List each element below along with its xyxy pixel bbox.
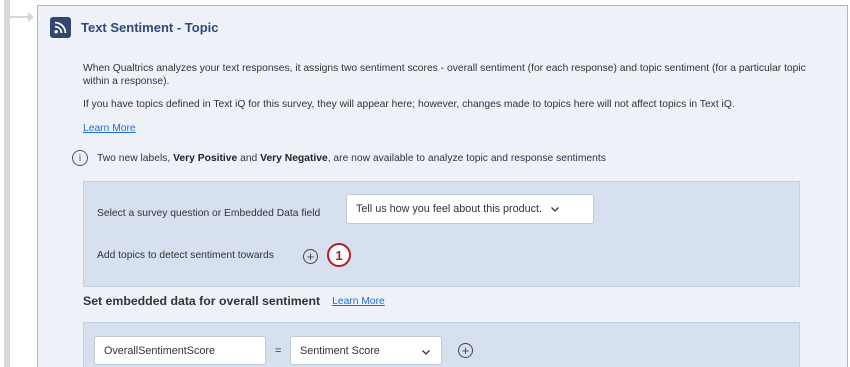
sentiment-score-value: Sentiment Score (300, 344, 380, 357)
description-text-2: If you have topics defined in Text iQ fo… (83, 99, 735, 110)
add-topic-plus-icon[interactable]: + (303, 249, 318, 264)
card-header[interactable]: Text Sentiment - Topic (50, 15, 218, 39)
info-notice-text: Two new labels, Very Positive and Very N… (97, 152, 606, 164)
flow-arrow-icon (28, 12, 34, 22)
flow-connector-line (4, 0, 10, 367)
description-text-1: When Qualtrics analyzes your text respon… (83, 63, 806, 87)
chevron-down-icon (421, 347, 431, 357)
add-topics-label: Add topics to detect sentiment towards (97, 250, 274, 261)
embedded-data-panel: OverallSentimentScore = Sentiment Score … (83, 322, 800, 367)
embedded-field-name-value: OverallSentimentScore (104, 344, 216, 357)
flow-connector-branch (10, 16, 30, 18)
question-selection-panel: Select a survey question or Embedded Dat… (83, 181, 800, 287)
label-very-negative: Very Negative (260, 152, 328, 164)
chevron-down-icon (550, 204, 560, 214)
question-select-dropdown[interactable]: Tell us how you feel about this product. (346, 194, 594, 224)
info-icon: i (72, 150, 88, 166)
equals-sign: = (275, 345, 282, 357)
card-title: Text Sentiment - Topic (81, 19, 219, 35)
sentiment-score-dropdown[interactable]: Sentiment Score (290, 336, 442, 365)
question-select-value: Tell us how you feel about this product. (356, 203, 543, 215)
add-embedded-field-plus-icon[interactable]: + (458, 343, 473, 358)
learn-more-link[interactable]: Learn More (83, 123, 136, 134)
embedded-learn-more-link[interactable]: Learn More (332, 296, 385, 307)
callout-badge: 1 (327, 243, 351, 267)
rss-icon (50, 16, 71, 38)
embedded-data-title: Set embedded data for overall sentiment (83, 294, 321, 308)
embedded-data-section-header: Set embedded data for overall sentiment … (83, 294, 385, 308)
label-very-positive: Very Positive (173, 152, 238, 164)
embedded-field-name-input[interactable]: OverallSentimentScore (94, 336, 266, 365)
select-field-label: Select a survey question or Embedded Dat… (97, 208, 321, 219)
text-sentiment-card: Text Sentiment - Topic When Qualtrics an… (37, 5, 848, 367)
info-notice: i Two new labels, Very Positive and Very… (72, 149, 606, 167)
